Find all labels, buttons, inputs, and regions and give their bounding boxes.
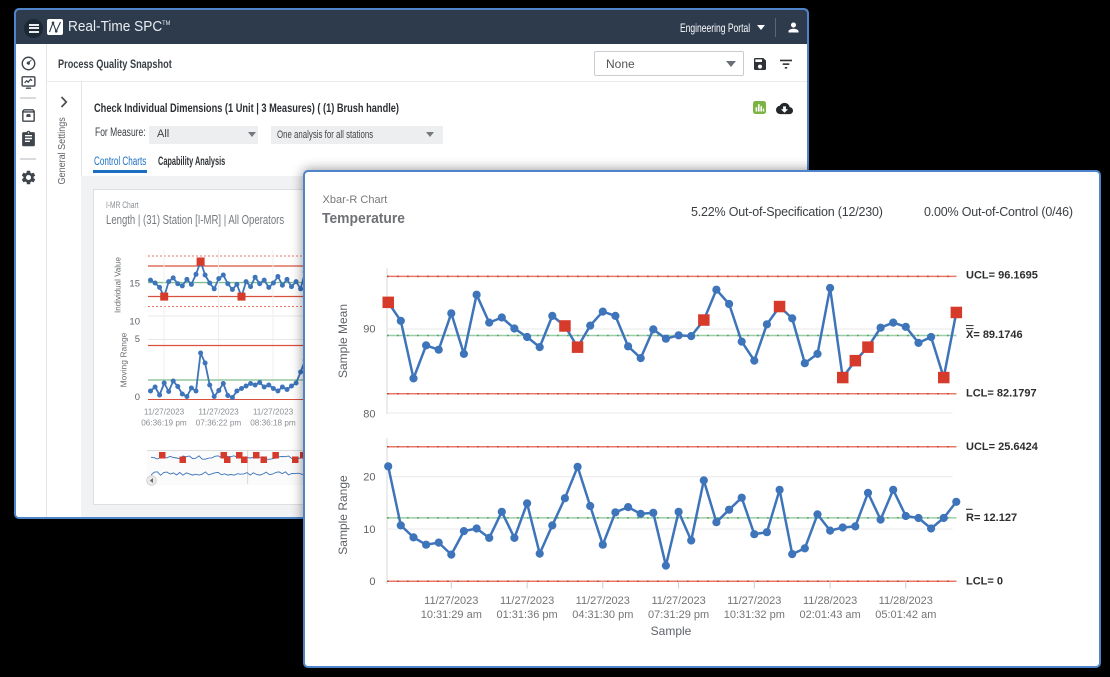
svg-text:11/27/2023: 11/27/2023 (651, 595, 705, 607)
svg-text:80: 80 (363, 408, 375, 420)
svg-text:10: 10 (363, 524, 375, 536)
svg-text:90: 90 (363, 323, 375, 335)
svg-text:Sample Range: Sample Range (336, 475, 350, 555)
svg-text:02:01:43 am: 02:01:43 am (800, 609, 861, 621)
svg-text:11/27/2023: 11/27/2023 (576, 595, 630, 607)
svg-text:01:31:36 pm: 01:31:36 pm (497, 609, 558, 621)
svg-text:UCL= 25.6424: UCL= 25.6424 (966, 441, 1039, 453)
svg-text:06:36:19 pm: 06:36:19 pm (141, 419, 187, 428)
svg-text:10: 10 (129, 317, 140, 328)
svg-text:07:31:29 pm: 07:31:29 pm (648, 609, 709, 621)
svg-text:Sample Mean: Sample Mean (336, 304, 350, 378)
svg-text:11/27/2023: 11/27/2023 (253, 408, 294, 417)
svg-text:11/27/2023: 11/27/2023 (144, 408, 185, 417)
svg-text:UCL= 96.1695: UCL= 96.1695 (966, 270, 1038, 282)
svg-text:5: 5 (135, 334, 140, 345)
svg-text:10:31:32 pm: 10:31:32 pm (724, 609, 785, 621)
svg-text:0: 0 (369, 576, 375, 588)
svg-text:07:36:22 pm: 07:36:22 pm (196, 419, 242, 428)
svg-text:20: 20 (363, 472, 375, 484)
svg-text:08:36:18 pm: 08:36:18 pm (250, 419, 296, 428)
svg-text:05:01:42 am: 05:01:42 am (875, 609, 936, 621)
svg-text:11/27/2023: 11/27/2023 (727, 595, 781, 607)
svg-text:04:31:30 pm: 04:31:30 pm (572, 609, 633, 621)
svg-text:X= 89.1746: X= 89.1746 (966, 329, 1023, 341)
svg-text:11/27/2023: 11/27/2023 (424, 595, 478, 607)
svg-text:10:31:29 am: 10:31:29 am (421, 609, 482, 621)
svg-text:LCL= 0: LCL= 0 (966, 575, 1003, 587)
svg-text:15: 15 (129, 279, 140, 290)
svg-text:11/28/2023: 11/28/2023 (803, 595, 857, 607)
svg-text:Sample: Sample (651, 624, 692, 638)
svg-text:11/28/2023: 11/28/2023 (879, 595, 933, 607)
svg-text:R= 12.127: R= 12.127 (966, 512, 1017, 524)
svg-text:0: 0 (135, 392, 140, 403)
svg-text:LCL= 82.1797: LCL= 82.1797 (966, 388, 1037, 400)
svg-text:11/27/2023: 11/27/2023 (198, 408, 239, 417)
svg-text:Individual Value: Individual Value (114, 257, 123, 313)
svg-text:Moving Range: Moving Range (119, 332, 129, 387)
svg-text:11/27/2023: 11/27/2023 (500, 595, 554, 607)
